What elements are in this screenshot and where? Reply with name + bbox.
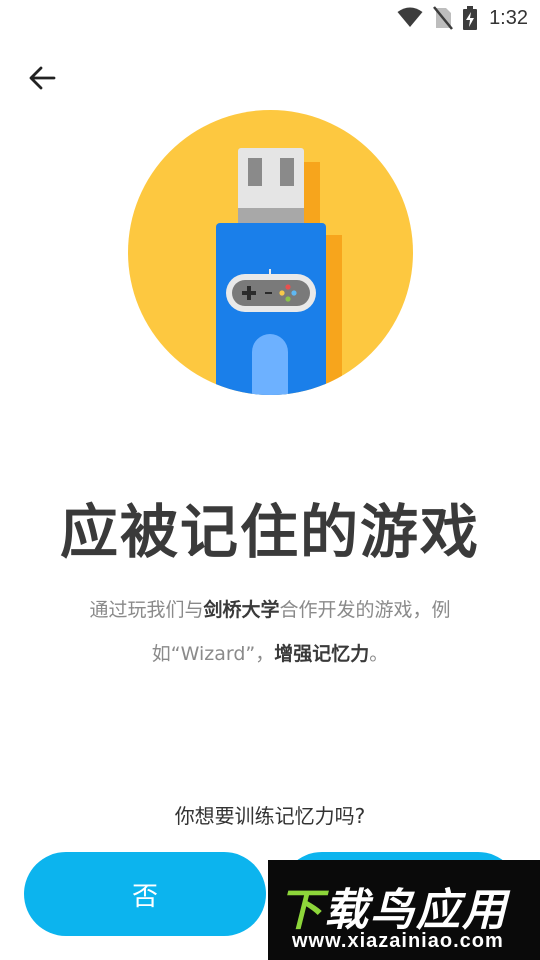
no-button[interactable]: 否 — [24, 852, 266, 936]
back-button[interactable] — [22, 58, 62, 98]
status-bar: 1:32 — [0, 0, 540, 36]
watermark-url: www.xiazainiao.com — [292, 930, 504, 952]
status-time: 1:32 — [489, 6, 528, 29]
description-highlight: 剑桥大学 — [203, 599, 280, 621]
description-text: 通过玩我们与 — [89, 599, 204, 621]
arrow-left-icon — [29, 66, 56, 90]
wifi-icon — [397, 7, 423, 27]
usb-drive-gamepad-illustration — [128, 110, 413, 395]
watermark-logo-rest: 载鸟应用 — [324, 885, 508, 936]
watermark: 下载鸟应用 www.xiazainiao.com — [268, 860, 540, 960]
status-icons: 1:32 — [397, 4, 528, 32]
question-text: 你想要训练记忆力吗? — [174, 804, 366, 828]
no-sim-icon — [433, 6, 454, 30]
hero-illustration — [128, 110, 413, 395]
description-highlight: 增强记忆力 — [274, 643, 370, 665]
watermark-logo-first: 下 — [278, 885, 324, 936]
watermark-logo: 下载鸟应用 — [278, 874, 508, 938]
description-text: 。 — [369, 643, 389, 665]
page-title: 应被记住的游戏 — [59, 498, 480, 566]
description: 通过玩我们与剑桥大学合作开发的游戏，例如“Wizard”，增强记忆力。 — [60, 588, 480, 676]
battery-charging-icon — [463, 6, 478, 30]
